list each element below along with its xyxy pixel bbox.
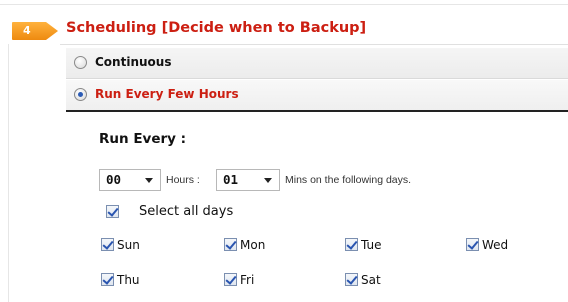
day-label-thu[interactable]: Thu [117,273,140,287]
day-label-sun[interactable]: Sun [117,238,140,252]
radio-continuous-icon[interactable] [74,56,87,69]
hours-select-value: 00 [106,172,122,187]
day-label-wed[interactable]: Wed [482,238,508,252]
section-title: Scheduling [Decide when to Backup] [66,20,367,36]
day-checkbox-fri[interactable] [224,273,237,286]
hours-select[interactable]: 00 [99,169,161,191]
day-checkbox-wed[interactable] [466,238,479,251]
select-all-days-checkbox[interactable] [106,205,119,218]
day-checkbox-sat[interactable] [345,273,358,286]
step-number-badge-icon: 4 [12,22,58,40]
day-checkbox-tue[interactable] [345,238,358,251]
top-divider [0,4,568,5]
day-label-tue[interactable]: Tue [361,238,382,252]
day-checkbox-thu[interactable] [101,273,114,286]
day-label-fri[interactable]: Fri [240,273,254,287]
day-label-mon[interactable]: Mon [240,238,265,252]
day-checkbox-mon[interactable] [224,238,237,251]
day-checkbox-sun[interactable] [101,238,114,251]
option-run-every-few-hours[interactable]: Run Every Few Hours [66,80,568,112]
run-every-heading: Run Every : [99,131,187,147]
title-divider [60,44,568,45]
mins-select-value: 01 [223,172,239,187]
mins-label: Mins on the following days. [285,174,412,186]
chevron-down-icon[interactable] [145,178,153,183]
left-divider [8,44,9,302]
hours-label: Hours : [166,174,200,186]
select-all-days-label[interactable]: Select all days [139,204,233,219]
option-run-every-label[interactable]: Run Every Few Hours [95,87,239,101]
mins-select[interactable]: 01 [216,169,280,191]
step-number: 4 [23,24,31,37]
day-label-sat[interactable]: Sat [361,273,381,287]
chevron-down-icon[interactable] [264,178,272,183]
radio-run-every-icon[interactable] [74,88,87,101]
option-continuous[interactable]: Continuous [66,48,568,79]
option-continuous-label[interactable]: Continuous [95,55,171,69]
